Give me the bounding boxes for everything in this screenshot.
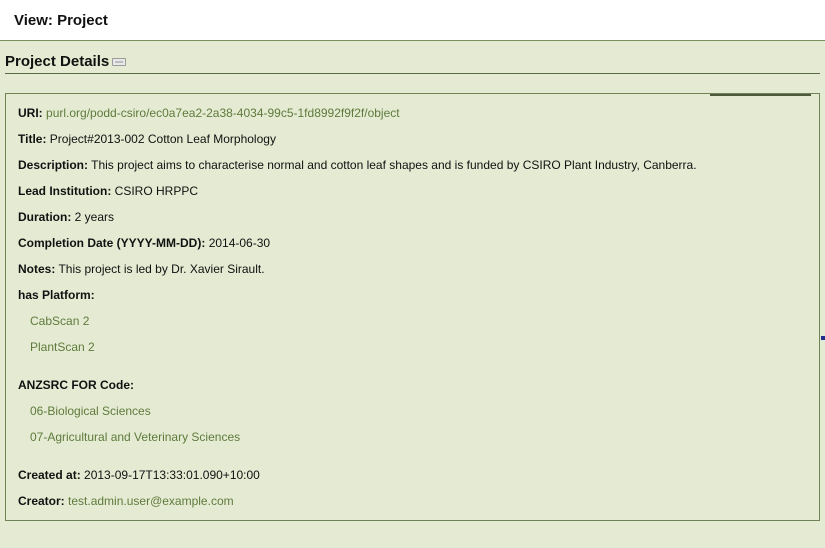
lead-institution-row: Lead Institution: CSIRO HRPPC (18, 184, 198, 198)
lead-institution-value: CSIRO HRPPC (114, 184, 199, 198)
duration-value: 2 years (74, 210, 115, 224)
anzsrc-row: ANZSRC FOR Code: (18, 378, 134, 392)
description-label: Description: (18, 158, 89, 172)
notes-value: This project is led by Dr. Xavier Siraul… (58, 262, 265, 276)
uri-row: URI: purl.org/podd-csiro/ec0a7ea2-2a38-4… (18, 106, 400, 120)
anzsrc-code-link[interactable]: 06-Biological Sciences (30, 404, 151, 418)
title-label: Title: (18, 132, 47, 146)
completion-date-row: Completion Date (YYYY-MM-DD): 2014-06-30 (18, 236, 270, 250)
title-value: Project#2013-002 Cotton Leaf Morphology (49, 132, 276, 146)
duration-label: Duration: (18, 210, 72, 224)
page-header: View: Project (0, 0, 825, 41)
edit-icon[interactable] (112, 58, 126, 66)
description-value: This project aims to characterise normal… (91, 158, 697, 172)
completion-date-value: 2014-06-30 (208, 236, 271, 250)
creator-label: Creator: (18, 494, 65, 508)
notes-label: Notes: (18, 262, 56, 276)
anzsrc-label: ANZSRC FOR Code: (18, 378, 134, 392)
platform-link[interactable]: CabScan 2 (30, 314, 89, 328)
creator-link[interactable]: test.admin.user@example.com (68, 494, 234, 508)
notes-row: Notes: This project is led by Dr. Xavier… (18, 262, 265, 276)
description-row: Description: This project aims to charac… (18, 158, 697, 172)
created-at-label: Created at: (18, 468, 81, 482)
uri-link[interactable]: purl.org/podd-csiro/ec0a7ea2-2a38-4034-9… (46, 106, 400, 120)
lead-institution-label: Lead Institution: (18, 184, 112, 198)
platform-link[interactable]: PlantScan 2 (30, 340, 95, 354)
scroll-marker (821, 336, 825, 340)
created-at-value: 2013-09-17T13:33:01.090+10:00 (84, 468, 260, 482)
title-row: Title: Project#2013-002 Cotton Leaf Morp… (18, 132, 276, 146)
section-header: Project Details (5, 53, 820, 74)
page-title: View: Project (14, 12, 108, 29)
anzsrc-code-link[interactable]: 07-Agricultural and Veterinary Sciences (30, 430, 240, 444)
has-platform-row: has Platform: (18, 288, 95, 302)
uri-label: URI: (18, 106, 43, 120)
panel-tab-indicator (710, 94, 811, 96)
has-platform-label: has Platform: (18, 288, 95, 302)
section-title: Project Details (5, 53, 110, 70)
completion-date-label: Completion Date (YYYY-MM-DD): (18, 236, 206, 250)
creator-row: Creator: test.admin.user@example.com (18, 494, 234, 508)
created-at-row: Created at: 2013-09-17T13:33:01.090+10:0… (18, 468, 260, 482)
duration-row: Duration: 2 years (18, 210, 114, 224)
